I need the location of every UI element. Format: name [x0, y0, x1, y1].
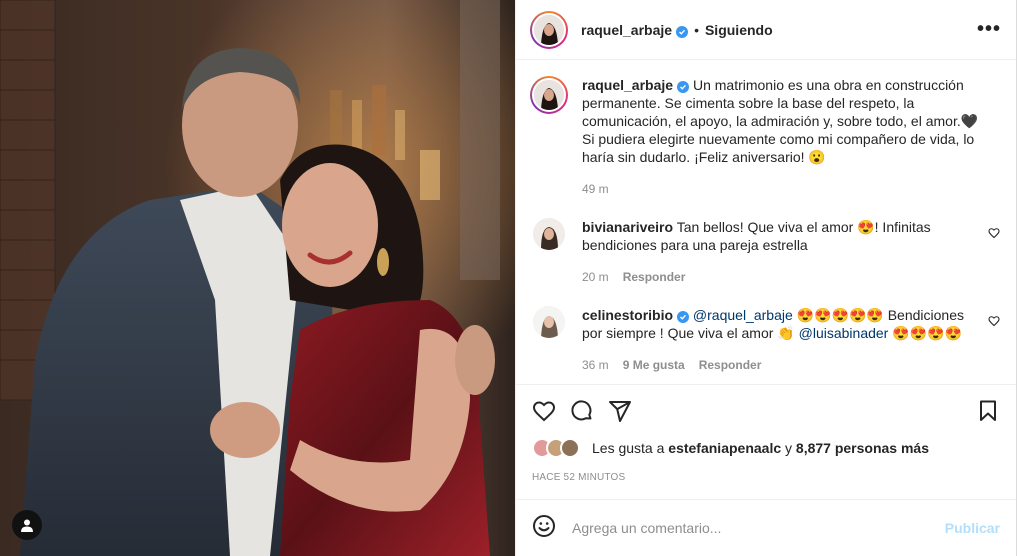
more-options-icon[interactable]: ••• — [977, 18, 1001, 41]
verified-badge-icon — [676, 25, 689, 38]
save-bookmark-icon[interactable] — [976, 399, 1000, 423]
publish-button[interactable]: Publicar — [945, 520, 1000, 536]
likes-connector: y — [785, 440, 793, 456]
action-row — [532, 385, 1000, 437]
couple-photo — [0, 0, 515, 556]
commenter-avatar-image — [533, 306, 565, 338]
reply-button[interactable]: Responder — [623, 270, 686, 284]
caption-author-avatar[interactable] — [530, 76, 568, 114]
user-tag-button[interactable] — [12, 510, 42, 540]
comment-meta: 36 m 9 Me gusta Responder — [582, 356, 972, 374]
liker-avatar — [560, 438, 580, 458]
reply-button[interactable]: Responder — [699, 358, 762, 372]
verified-badge-icon — [677, 81, 690, 93]
comment-item: bivianariveiro Tan bellos! Que viva el a… — [530, 218, 1000, 286]
comment-input[interactable] — [572, 520, 945, 536]
post-details-panel: raquel_arbaje • Siguiendo ••• raquel_arb… — [515, 0, 1017, 556]
comment-text-tail: 😍😍😍😍 — [892, 325, 962, 341]
comment-body: bivianariveiro Tan bellos! Que viva el a… — [582, 218, 972, 286]
post-header: raquel_arbaje • Siguiendo ••• — [516, 0, 1016, 60]
caption-meta: 49 m — [582, 180, 982, 198]
user-tag-icon — [21, 519, 33, 532]
comments-section[interactable]: raquel_arbaje Un matrimonio es una obra … — [516, 60, 1016, 384]
post-caption: raquel_arbaje Un matrimonio es una obra … — [530, 76, 1000, 198]
caption-time[interactable]: 49 m — [582, 182, 609, 196]
comment-username[interactable]: celinestoribio — [582, 307, 673, 323]
following-button[interactable]: Siguiendo — [705, 22, 773, 38]
comment-like-heart-icon[interactable] — [988, 314, 1000, 332]
commenter-avatar[interactable] — [533, 306, 565, 338]
post-actions: Les gusta a estefaniapenaalc y 8,877 per… — [516, 384, 1016, 483]
mention-link[interactable]: @raquel_arbaje — [693, 307, 793, 323]
share-paper-plane-icon[interactable] — [608, 399, 632, 423]
verified-badge-icon — [677, 311, 690, 323]
author-username-text[interactable]: raquel_arbaje — [581, 22, 672, 38]
likes-count[interactable]: 8,877 personas más — [796, 440, 929, 456]
header-separator: • — [694, 21, 699, 38]
liker-avatars[interactable] — [532, 438, 580, 458]
add-comment-bar: Publicar — [516, 499, 1016, 556]
post-photo[interactable] — [0, 0, 515, 556]
comment-like-heart-icon[interactable] — [988, 226, 1000, 244]
comment-likes-count[interactable]: 9 Me gusta — [623, 358, 685, 372]
author-username[interactable]: raquel_arbaje — [581, 22, 689, 38]
commenter-avatar-image — [533, 218, 565, 250]
likes-summary: Les gusta a estefaniapenaalc y 8,877 per… — [532, 438, 1000, 458]
caption-username[interactable]: raquel_arbaje — [582, 77, 673, 93]
comment-bubble-icon[interactable] — [570, 399, 594, 423]
like-heart-icon[interactable] — [532, 399, 556, 423]
emoji-smiley-icon[interactable] — [532, 514, 556, 543]
caption-body: raquel_arbaje Un matrimonio es una obra … — [582, 76, 982, 198]
comment-meta: 20 m Responder — [582, 268, 972, 286]
comment-time[interactable]: 20 m — [582, 270, 609, 284]
author-avatar-image — [534, 14, 564, 45]
post-timestamp[interactable]: HACE 52 MINUTOS — [532, 472, 1000, 483]
likes-prefix: Les gusta a — [592, 440, 665, 456]
comment-username[interactable]: bivianariveiro — [582, 219, 673, 235]
comment-time[interactable]: 36 m — [582, 358, 609, 372]
author-avatar[interactable] — [530, 10, 568, 49]
mention-link[interactable]: @luisabinader — [799, 325, 889, 341]
comment-body: celinestoribio @raquel_arbaje 😍😍😍😍😍 Bend… — [582, 306, 972, 374]
liker-username[interactable]: estefaniapenaalc — [668, 440, 781, 456]
comment-item: celinestoribio @raquel_arbaje 😍😍😍😍😍 Bend… — [530, 306, 1000, 374]
commenter-avatar[interactable] — [533, 218, 565, 250]
caption-avatar-image — [534, 80, 564, 110]
